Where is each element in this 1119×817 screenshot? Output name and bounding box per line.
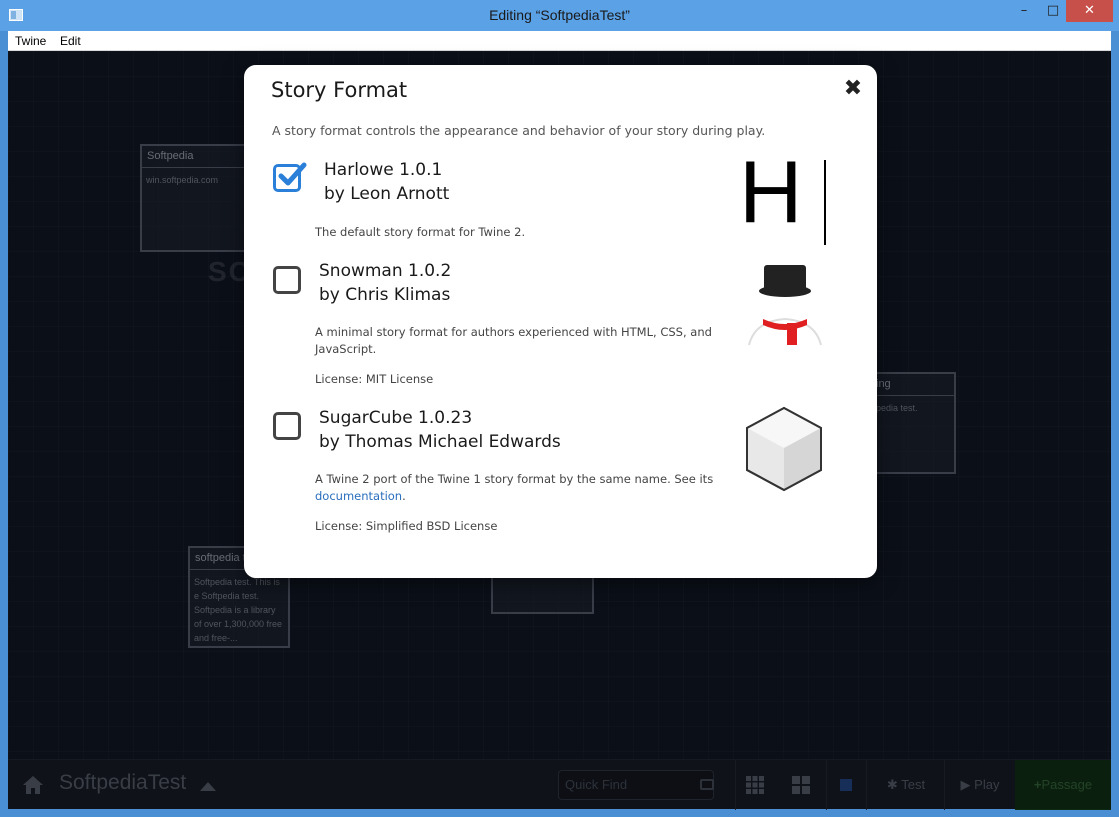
maximize-button[interactable]: □ <box>1040 0 1066 22</box>
menu-edit[interactable]: Edit <box>60 34 81 48</box>
text-cursor <box>824 160 826 245</box>
format-license: License: Simplified BSD License <box>315 519 498 533</box>
sugarcube-logo <box>746 406 822 492</box>
snowman-checkbox[interactable] <box>273 266 301 294</box>
format-author: by Thomas Michael Edwards <box>319 432 561 452</box>
format-author: by Leon Arnott <box>324 184 450 204</box>
format-license: License: MIT License <box>315 372 434 386</box>
close-window-button[interactable]: ✕ <box>1066 0 1113 22</box>
menu-twine[interactable]: Twine <box>15 34 46 48</box>
title-bar: Editing “SoftpediaTest” – □ ✕ <box>0 0 1119 31</box>
close-icon[interactable]: ✖ <box>843 78 863 100</box>
description-period: . <box>402 489 406 503</box>
format-name: Snowman 1.0.2 <box>319 261 452 281</box>
harlowe-logo: H <box>739 148 834 245</box>
snowman-logo <box>748 265 822 346</box>
format-name: SugarCube 1.0.23 <box>319 408 473 428</box>
menu-bar: Twine Edit <box>8 31 1111 51</box>
format-author: by Chris Klimas <box>319 285 451 305</box>
description-text: A Twine 2 port of the Twine 1 story form… <box>315 472 714 486</box>
format-description: A minimal story format for authors exper… <box>315 325 712 356</box>
harlowe-logo-letter: H <box>739 142 803 241</box>
format-name: Harlowe 1.0.1 <box>324 160 443 180</box>
dialog-intro: A story format controls the appearance a… <box>272 123 766 138</box>
format-description: The default story format for Twine 2. <box>315 225 526 239</box>
dialog-title: Story Format <box>271 78 408 102</box>
checkmark-icon <box>278 162 307 186</box>
story-format-dialog: Story Format ✖ A story format controls t… <box>244 65 877 578</box>
harlowe-checkbox[interactable] <box>273 162 307 192</box>
format-description: A Twine 2 port of the Twine 1 story form… <box>315 471 715 505</box>
minimize-button[interactable]: – <box>1011 0 1037 22</box>
sugarcube-checkbox[interactable] <box>273 412 301 440</box>
window-title: Editing “SoftpediaTest” <box>489 7 630 23</box>
documentation-link[interactable]: documentation <box>315 489 402 503</box>
